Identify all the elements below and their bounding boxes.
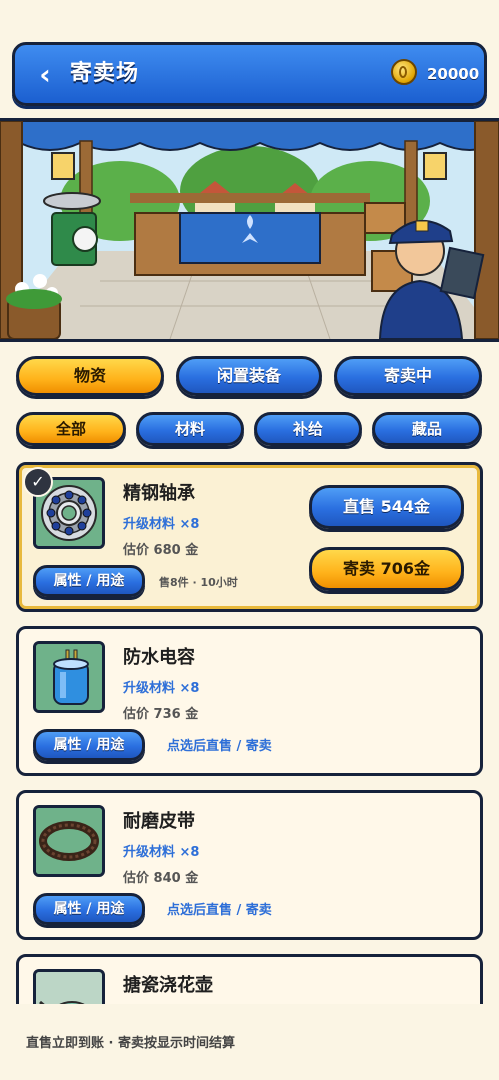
- tab-consigning-label: 寄卖中: [383, 366, 432, 385]
- attributes-button[interactable]: 属性 / 用途: [33, 893, 145, 925]
- back-button[interactable]: ‹: [25, 55, 65, 95]
- select-hint: 点选后直售 / 寄卖: [167, 903, 272, 918]
- filter-collectibles-label: 藏品: [411, 420, 442, 438]
- direct-sell-label: 直售 544金: [343, 497, 430, 516]
- filter-supplies[interactable]: 补给: [254, 412, 362, 446]
- consign-label: 寄卖 706金: [343, 559, 430, 578]
- item-card-belt[interactable]: 耐磨皮带 升级材料 ×8 估价 840 金 属性 / 用途 点选后直售 / 寄卖: [16, 790, 483, 940]
- item-name: 精钢轴承: [123, 483, 195, 504]
- capacitor-icon: [33, 641, 105, 713]
- gold-balance: 20000: [427, 65, 480, 83]
- tab-idle-equipment-label: 闲置装备: [216, 366, 281, 385]
- footer: 直售立即到账 · 寄卖按显示时间结算: [0, 1004, 499, 1080]
- item-estimated-price: 估价 736 金: [123, 707, 199, 722]
- filter-all[interactable]: 全部: [16, 412, 126, 446]
- tab-supplies[interactable]: 物资: [16, 356, 164, 396]
- item-name: 搪瓷浇花壶: [123, 975, 213, 996]
- selected-check-icon: ✓: [23, 467, 53, 497]
- select-hint: 点选后直售 / 寄卖: [167, 739, 272, 754]
- item-card-capacitor[interactable]: 防水电容 升级材料 ×8 估价 736 金 属性 / 用途 点选后直售 / 寄卖: [16, 626, 483, 776]
- item-category: 升级材料 ×8: [123, 845, 200, 860]
- item-category: 升级材料 ×8: [123, 517, 200, 532]
- direct-sell-button[interactable]: 直售 544金: [309, 485, 464, 529]
- item-category: 升级材料 ×8: [123, 681, 200, 696]
- attributes-button-label: 属性 / 用途: [53, 901, 125, 917]
- item-estimated-price: 估价 680 金: [123, 543, 199, 558]
- page-title: 寄卖场: [70, 61, 140, 86]
- filter-collectibles[interactable]: 藏品: [372, 412, 482, 446]
- filter-all-label: 全部: [55, 420, 86, 438]
- filter-materials-label: 材料: [174, 420, 205, 438]
- item-name: 耐磨皮带: [123, 811, 195, 832]
- attributes-button-label: 属性 / 用途: [53, 573, 125, 589]
- item-estimated-price: 估价 840 金: [123, 871, 199, 886]
- attributes-button-label: 属性 / 用途: [53, 737, 125, 753]
- market-stall-banner: [0, 118, 499, 342]
- filter-materials[interactable]: 材料: [136, 412, 244, 446]
- tab-consigning[interactable]: 寄卖中: [334, 356, 482, 396]
- top-bar: ‹ 寄卖场 20000: [12, 42, 487, 106]
- filter-supplies-label: 补给: [292, 420, 323, 438]
- consign-info: 售8件 · 10小时: [159, 576, 238, 589]
- item-name: 防水电容: [123, 647, 195, 668]
- tab-supplies-label: 物资: [73, 366, 106, 385]
- consign-button[interactable]: 寄卖 706金: [309, 547, 464, 591]
- market-scene-illustration: [0, 121, 499, 339]
- tab-idle-equipment[interactable]: 闲置装备: [176, 356, 322, 396]
- footer-note: 直售立即到账 · 寄卖按显示时间结算: [26, 1036, 235, 1051]
- belt-icon: [33, 805, 105, 877]
- item-card-bearing[interactable]: ✓ 精钢轴承 升级材料 ×8 估价 680 金 属性 / 用途 售8件 · 10…: [16, 462, 483, 612]
- attributes-button[interactable]: 属性 / 用途: [33, 729, 145, 761]
- gold-coin-icon: [391, 59, 417, 85]
- attributes-button[interactable]: 属性 / 用途: [33, 565, 145, 597]
- chevron-left-icon: ‹: [39, 58, 51, 91]
